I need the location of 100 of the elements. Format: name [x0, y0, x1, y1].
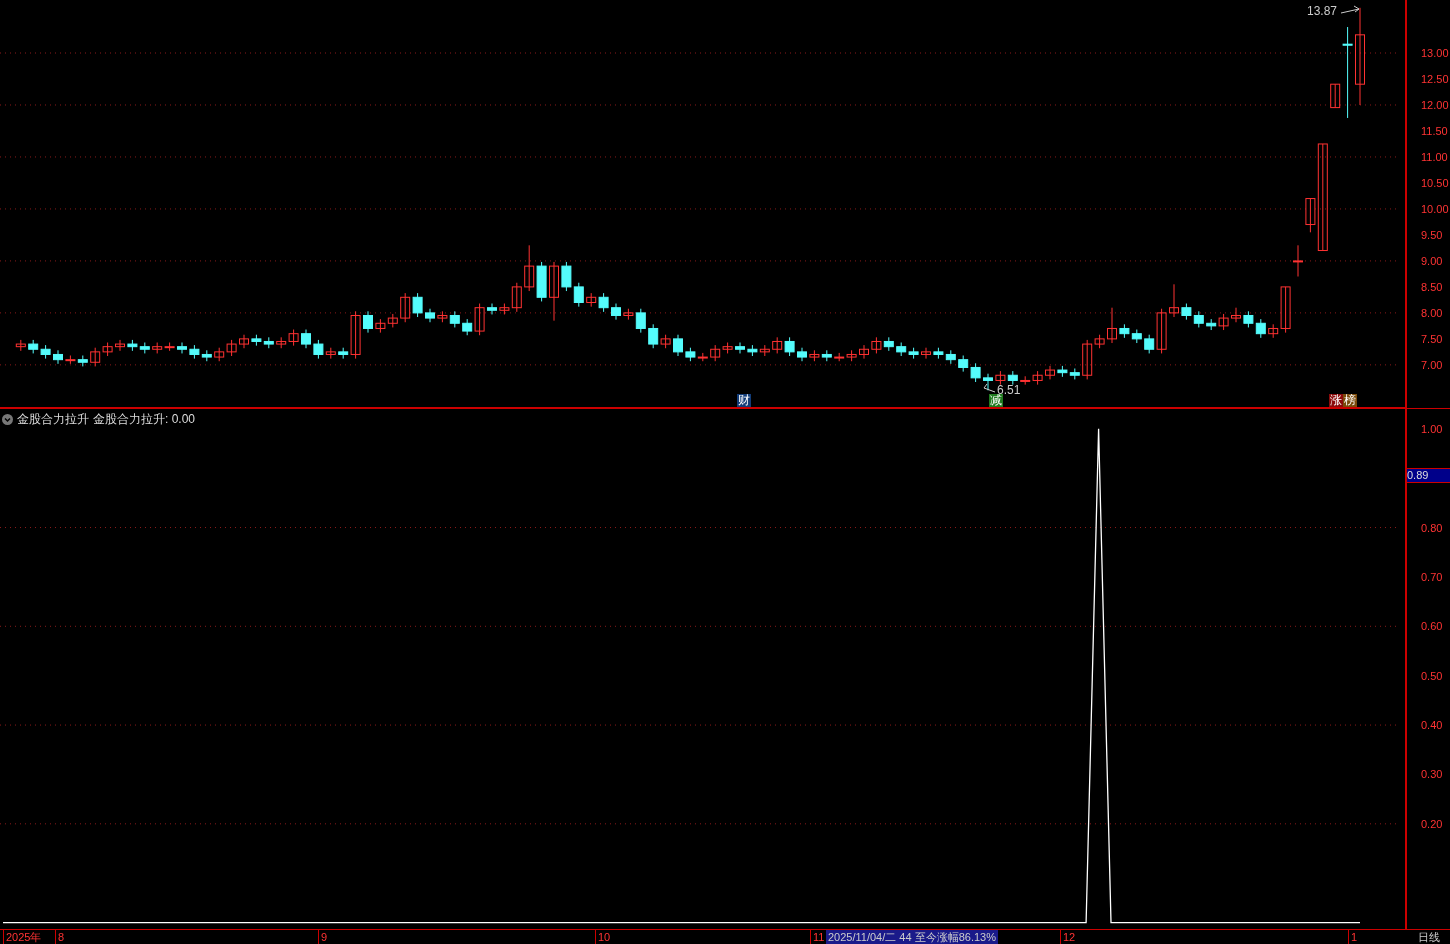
- candle: [139, 342, 150, 354]
- event-marker[interactable]: 涨: [1329, 394, 1343, 407]
- candle: [53, 349, 63, 365]
- candle: [1107, 307, 1117, 344]
- candle: [449, 310, 460, 328]
- candle: [821, 349, 832, 362]
- candle: [1255, 318, 1266, 339]
- event-marker[interactable]: 减: [989, 394, 1003, 407]
- candle: [970, 362, 981, 383]
- candle: [127, 339, 138, 352]
- candle: [1057, 365, 1068, 378]
- candle: [536, 261, 547, 302]
- candle: [487, 303, 497, 315]
- low-arrow-icon: [983, 383, 996, 393]
- price-tick-label: 10.00: [1421, 201, 1449, 216]
- date-label: 8: [55, 930, 65, 944]
- candle: [214, 347, 225, 362]
- date-label: 2025年: [3, 930, 42, 944]
- candle: [77, 355, 88, 367]
- date-label: 10: [595, 930, 611, 944]
- candle: [1218, 313, 1229, 331]
- candle: [747, 344, 758, 357]
- price-tick-label: 13.00: [1421, 46, 1449, 60]
- candle: [288, 329, 299, 347]
- candle: [28, 339, 39, 354]
- candle: [797, 347, 807, 362]
- candle: [598, 292, 609, 313]
- candle: [859, 344, 869, 360]
- indicator-tick-label: 0.50: [1421, 668, 1443, 683]
- candle: [1231, 307, 1241, 323]
- candle: [1069, 368, 1080, 380]
- candle: [189, 344, 200, 360]
- indicator-tick-label: 1.00: [1421, 421, 1443, 436]
- period-label[interactable]: 日线: [1418, 930, 1440, 944]
- price-tick-label: 11.00: [1421, 149, 1448, 164]
- candle: [784, 336, 795, 357]
- indicator-tick-label: 0.70: [1421, 569, 1443, 584]
- price-tick-label: 11.50: [1421, 123, 1448, 138]
- candle: [1193, 310, 1204, 328]
- candle: [921, 347, 931, 360]
- indicator-name: 金股合力拉升: [17, 411, 89, 428]
- event-marker[interactable]: 财: [737, 394, 751, 407]
- candle: [301, 329, 311, 349]
- candle: [933, 347, 944, 360]
- candle: [425, 308, 435, 323]
- candle: [1243, 310, 1254, 328]
- indicator-tick-label: 0.30: [1421, 767, 1443, 782]
- price-tick-label: 10.50: [1421, 175, 1449, 190]
- date-label: 12: [1060, 930, 1076, 944]
- date-info-badge: 2025/11/04/二 44 至今涨幅86.13%: [826, 930, 998, 944]
- candle: [896, 342, 907, 357]
- candle: [375, 318, 386, 334]
- candle: [846, 349, 857, 362]
- candle: [908, 347, 919, 360]
- candle: [549, 261, 559, 322]
- cursor-value-badge: 0.89: [1407, 468, 1450, 483]
- price-tick-label: 12.00: [1421, 98, 1449, 112]
- candle: [115, 339, 125, 352]
- candle: [586, 292, 597, 308]
- candle: [164, 342, 175, 352]
- candle: [226, 339, 237, 357]
- candle: [1007, 370, 1018, 386]
- candle: [809, 349, 820, 362]
- candle: [400, 292, 411, 323]
- high-arrow-icon: [1340, 5, 1360, 14]
- collapse-icon[interactable]: [2, 414, 13, 425]
- candle: [40, 344, 51, 360]
- high-price-label: 13.87: [1307, 4, 1338, 18]
- candle: [1045, 365, 1055, 380]
- date-label: 11: [810, 930, 825, 944]
- price-tick-label: 7.50: [1421, 331, 1443, 346]
- candle: [995, 370, 1006, 386]
- candle: [90, 347, 101, 367]
- candle: [561, 261, 572, 292]
- candle: [437, 310, 448, 323]
- candle: [524, 244, 535, 292]
- event-marker[interactable]: 榜: [1343, 394, 1357, 407]
- candle: [152, 342, 163, 354]
- candle: [1206, 318, 1217, 331]
- candle: [573, 282, 584, 308]
- candle: [251, 334, 262, 347]
- candle: [945, 349, 956, 365]
- indicator-tick-label: 0.80: [1421, 520, 1443, 535]
- candle: [871, 336, 882, 354]
- candle: [239, 334, 249, 349]
- candle: [263, 336, 274, 349]
- indicator-tick-label: 0.40: [1421, 718, 1443, 733]
- candle: [983, 373, 993, 391]
- candle: [65, 355, 76, 365]
- price-tick-label: 9.00: [1421, 253, 1443, 268]
- candle: [412, 292, 423, 318]
- candle: [201, 349, 212, 362]
- candle: [1119, 323, 1130, 339]
- price-tick-label: 8.50: [1421, 279, 1443, 294]
- candle: [883, 336, 894, 352]
- candle: [1181, 303, 1192, 321]
- candle: [1293, 244, 1303, 277]
- candle: [611, 303, 621, 321]
- price-tick-label: 7.00: [1421, 357, 1443, 372]
- price-tick-label: 9.50: [1421, 227, 1443, 242]
